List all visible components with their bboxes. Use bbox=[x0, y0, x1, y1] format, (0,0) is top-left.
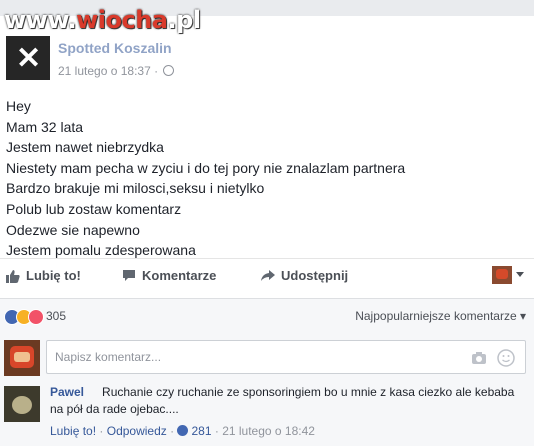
meta-separator: · bbox=[154, 64, 159, 78]
post-line: Mam 32 lata bbox=[6, 118, 84, 135]
post-line: Polub lub zostaw komentarz bbox=[6, 200, 182, 217]
post-line: Niestety mam pecha w zyciu i do tej pory… bbox=[6, 159, 406, 176]
like-button[interactable]: Lubię to! bbox=[6, 268, 81, 283]
reactions-bar: 305 Najpopularniejsze komentarze ▾ bbox=[0, 298, 534, 335]
comment-sort-dropdown[interactable]: Najpopularniejsze komentarze ▾ bbox=[355, 309, 526, 323]
comment-button[interactable]: Komentarze bbox=[122, 268, 216, 283]
comment-like-icon bbox=[177, 425, 189, 436]
viewer-avatar[interactable] bbox=[4, 340, 40, 376]
comment-icon bbox=[123, 270, 135, 281]
comment-reply-button[interactable]: Odpowiedz bbox=[107, 424, 167, 438]
reaction-count[interactable]: 305 bbox=[46, 309, 66, 323]
camera-icon[interactable] bbox=[471, 351, 487, 365]
page-avatar[interactable]: ✕ bbox=[6, 36, 50, 80]
actions-divider bbox=[0, 258, 534, 259]
comments-section: Napisz komentarz... Pawel Ruchanie czy ru… bbox=[0, 334, 534, 446]
comment-author[interactable]: Pawel bbox=[50, 385, 84, 399]
close-icon[interactable]: ✕ bbox=[16, 44, 41, 74]
share-icon bbox=[261, 270, 275, 281]
comment-placeholder: Napisz komentarz... bbox=[55, 350, 162, 364]
share-label: Udostępnij bbox=[281, 268, 349, 283]
watermark-logo: www.wiocha.pl bbox=[4, 6, 201, 34]
globe-icon bbox=[163, 65, 175, 76]
comment-like-count[interactable]: 281 bbox=[191, 424, 211, 438]
post-meta: 21 lutego o 18:37 · bbox=[58, 64, 175, 78]
comment-like-button[interactable]: Lubię to! bbox=[50, 424, 96, 438]
emoji-icon[interactable] bbox=[497, 349, 515, 367]
share-button[interactable]: Udostępnij bbox=[260, 268, 348, 283]
post-text: Hey Mam 32 lata Jestem nawet niebrzydka … bbox=[6, 96, 405, 261]
post-line: Odezwe sie napewno bbox=[6, 221, 140, 238]
comment-label: Komentarze bbox=[142, 268, 217, 283]
comment-content: Ruchanie czy ruchanie ze sponsoringiem b… bbox=[50, 385, 515, 416]
post-line: Jestem nawet niebrzydka bbox=[6, 139, 164, 156]
comment-input[interactable]: Napisz komentarz... bbox=[46, 340, 526, 374]
like-label: Lubię to! bbox=[26, 268, 81, 283]
love-reaction-icon[interactable] bbox=[28, 309, 44, 325]
commenter-avatar[interactable] bbox=[4, 386, 40, 422]
thumbs-up-icon bbox=[6, 269, 20, 283]
comment-time[interactable]: 21 lutego o 18:42 bbox=[222, 424, 315, 438]
comment-text: Pawel Ruchanie czy ruchanie ze sponsoring… bbox=[50, 384, 520, 418]
post-card: ✕ Spotted Koszalin 21 lutego o 18:37 · H… bbox=[0, 16, 534, 298]
post-line: Bardzo brakuje mi milosci,seksu i nietyl… bbox=[6, 180, 265, 197]
comment-actions: Lubię to! · Odpowiedz · 281 · 21 lutego … bbox=[50, 424, 315, 438]
page-name-link[interactable]: Spotted Koszalin bbox=[58, 40, 172, 56]
post-timestamp[interactable]: 21 lutego o 18:37 bbox=[58, 64, 151, 78]
post-line: Hey bbox=[6, 98, 31, 114]
viewer-avatar-small[interactable] bbox=[492, 266, 512, 284]
caret-down-icon[interactable] bbox=[516, 272, 524, 277]
